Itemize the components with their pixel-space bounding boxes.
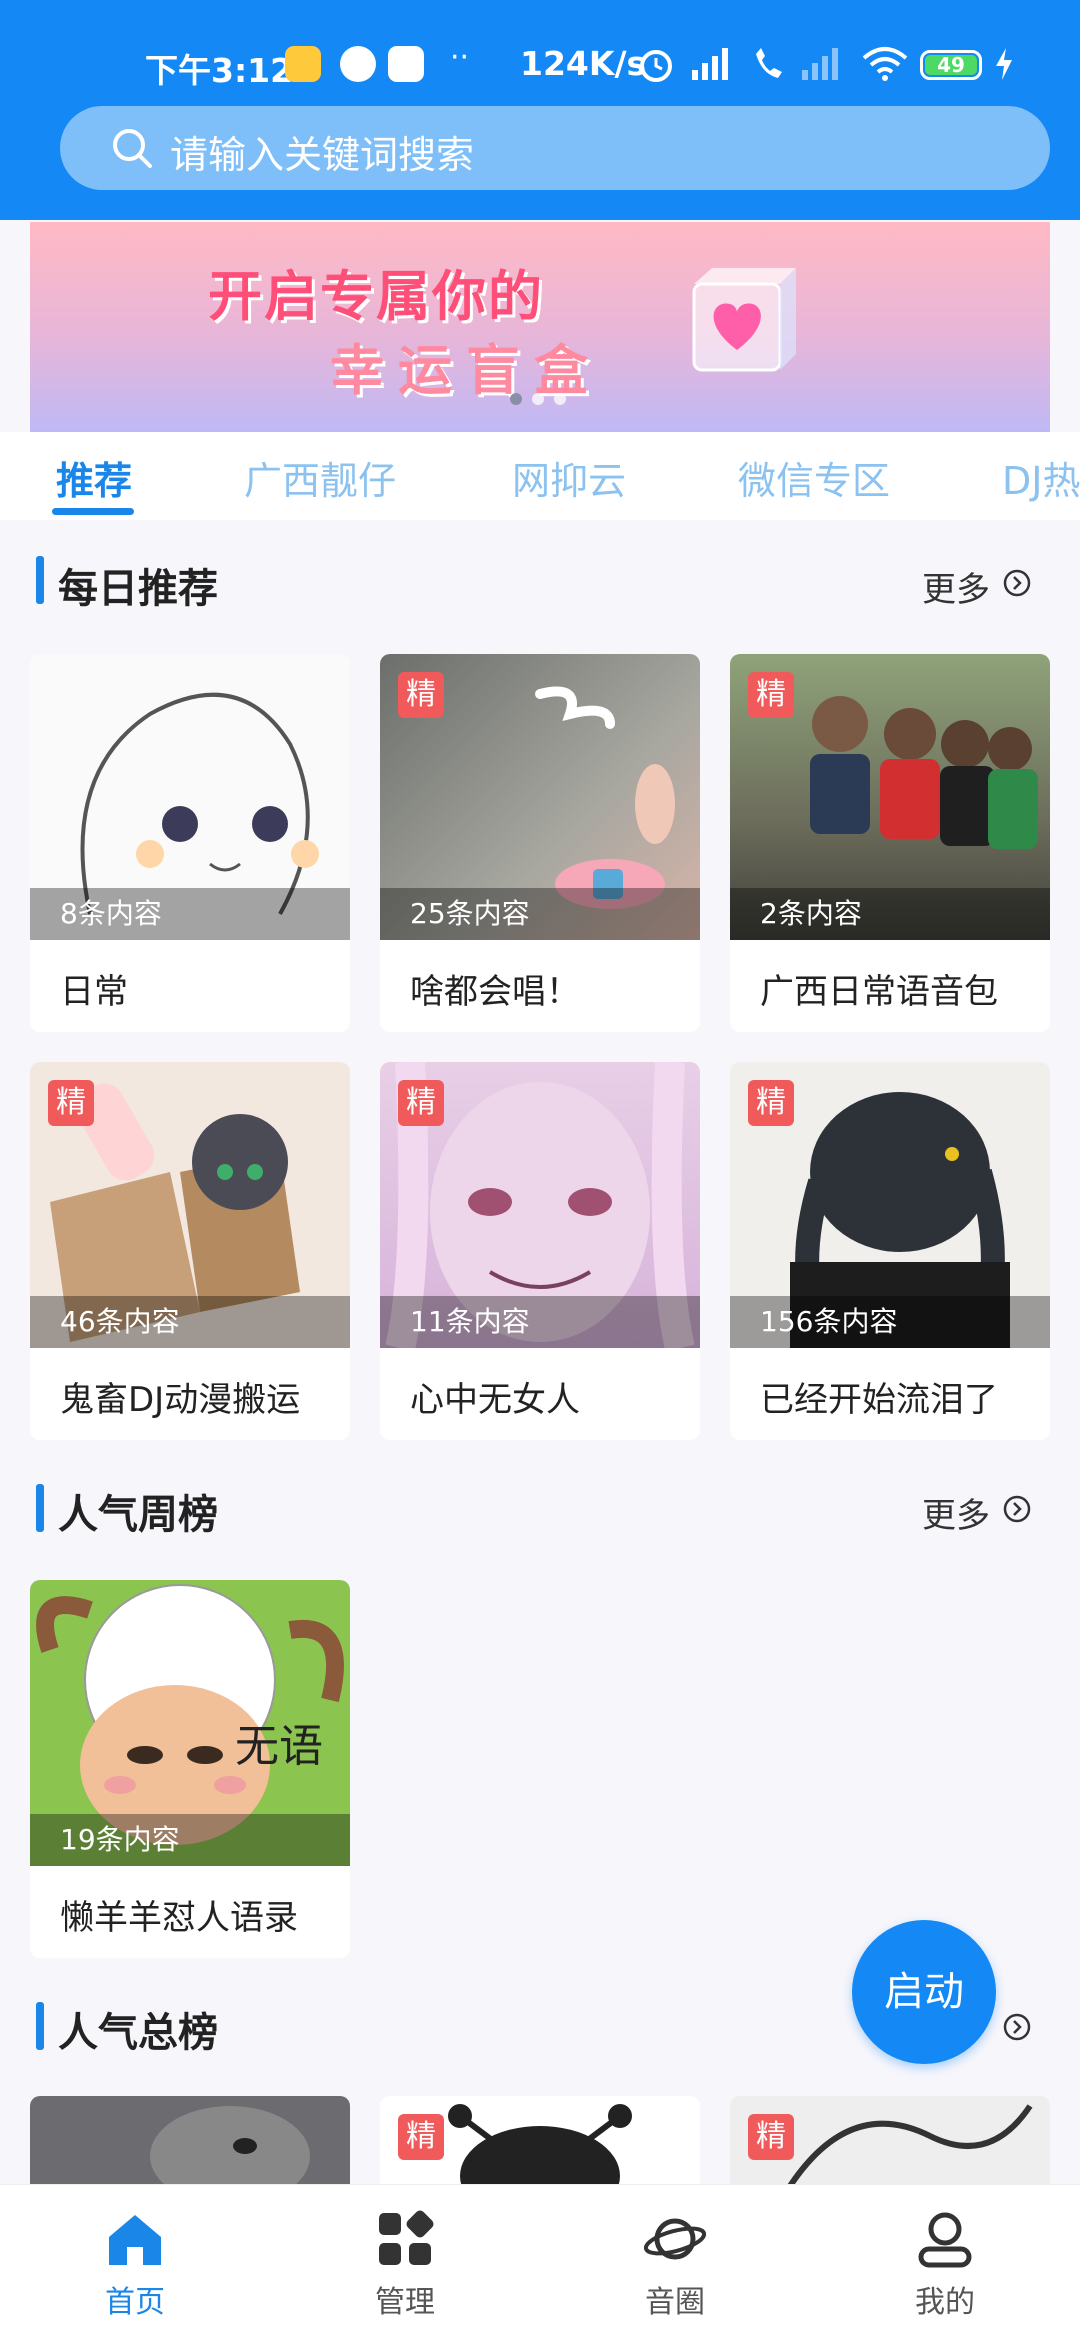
- card-item-count: 156条内容: [730, 1296, 1050, 1348]
- content-card[interactable]: 精 2条内容 广西日常语音包: [730, 654, 1050, 1032]
- content-card[interactable]: 8条内容 日常: [30, 654, 350, 1032]
- banner-pagination: [510, 390, 576, 409]
- card-title: 广西日常语音包: [760, 972, 998, 1012]
- chevron-right-circle-icon[interactable]: [1002, 2012, 1032, 2042]
- banner-headline: 开启专属你的: [208, 265, 544, 328]
- search-bar[interactable]: 请输入关键词搜索: [60, 106, 1050, 190]
- card-image-caption: 无语: [235, 1721, 323, 1772]
- battery-level: 49: [925, 55, 977, 75]
- featured-badge: 精: [48, 1080, 94, 1126]
- status-time: 下午3:12: [145, 51, 294, 90]
- section-title-weekly: 人气周榜: [58, 1492, 218, 1538]
- bottom-navigation: 首页 管理 音圈 我的: [0, 2184, 1080, 2340]
- card-title: 啥都会唱！: [410, 972, 580, 1012]
- pagination-dot: [510, 393, 522, 405]
- promo-banner[interactable]: 开启专属你的 幸运盲盒: [30, 222, 1050, 432]
- grid-icon: [379, 2210, 434, 2265]
- tab-wangyiyun[interactable]: 网抑云: [512, 450, 626, 505]
- launch-button[interactable]: 启动: [852, 1920, 996, 2064]
- nav-item-manage[interactable]: 管理: [315, 2207, 495, 2321]
- battery-indicator: 49: [920, 50, 982, 80]
- signal-weak-icon: [802, 48, 838, 80]
- content-card[interactable]: 精 156条内容 已经开始流泪了: [730, 1062, 1050, 1440]
- card-title: 心中无女人: [410, 1380, 580, 1420]
- featured-badge: 精: [748, 1080, 794, 1126]
- section-accent-bar: [36, 1484, 44, 1532]
- card-item-count: 19条内容: [30, 1814, 350, 1866]
- content-card[interactable]: 精: [730, 2096, 1050, 2186]
- tab-recommend[interactable]: 推荐: [56, 450, 132, 505]
- nav-label: 首页: [105, 2285, 165, 2320]
- featured-badge: 精: [748, 2114, 794, 2160]
- featured-badge: 精: [398, 1080, 444, 1126]
- search-placeholder: 请输入关键词搜索: [170, 133, 475, 177]
- content-card[interactable]: [30, 2096, 350, 2186]
- card-title: 日常: [60, 972, 128, 1012]
- chevron-right-circle-icon[interactable]: [1002, 568, 1032, 598]
- pagination-dot: [554, 393, 566, 405]
- pagination-dot: [532, 393, 544, 405]
- wifi-icon: [862, 47, 908, 81]
- chevron-right-circle-icon[interactable]: [1002, 1494, 1032, 1524]
- arrow-notification-icon: [388, 46, 424, 82]
- card-item-count: 2条内容: [730, 888, 1050, 940]
- network-speed: 124K/s: [520, 44, 647, 83]
- content-card[interactable]: 无语 19条内容 懒羊羊怼人语录: [30, 1580, 350, 1958]
- search-icon: [113, 129, 152, 168]
- nav-label: 我的: [915, 2285, 975, 2320]
- content-card[interactable]: 精: [380, 2096, 700, 2186]
- active-tab-indicator: [52, 508, 134, 515]
- more-link-weekly[interactable]: 更多: [922, 1488, 990, 1537]
- category-tabs: 推荐 广西靓仔 网抑云 微信专区 DJ热: [0, 432, 1080, 520]
- card-title: 已经开始流泪了: [760, 1380, 998, 1420]
- profile-icon: [918, 2212, 972, 2268]
- planet-notification-icon: [340, 46, 376, 82]
- nav-item-profile[interactable]: 我的: [855, 2207, 1035, 2321]
- card-item-count: 8条内容: [30, 888, 350, 940]
- app-header: 下午3:12 ·· 124K/s 49 请输入关键词搜索: [0, 0, 1080, 220]
- home-icon: [109, 2215, 161, 2265]
- featured-badge: 精: [398, 2114, 444, 2160]
- section-accent-bar: [36, 556, 44, 604]
- content-card[interactable]: 精 11条内容 心中无女人: [380, 1062, 700, 1440]
- content-card[interactable]: 精 46条内容 鬼畜DJ动漫搬运: [30, 1062, 350, 1440]
- planet-icon: [643, 2218, 707, 2260]
- card-item-count: 11条内容: [380, 1296, 700, 1348]
- section-accent-bar: [36, 2002, 44, 2050]
- nav-label: 音圈: [645, 2285, 705, 2320]
- tab-guangxi[interactable]: 广西靓仔: [244, 450, 396, 505]
- call-icon: [756, 48, 782, 78]
- card-item-count: 25条内容: [380, 888, 700, 940]
- app-notification-icon: [285, 46, 321, 82]
- card-title: 懒羊羊怼人语录: [60, 1898, 298, 1938]
- nav-label: 管理: [375, 2285, 435, 2320]
- signal-icon: [692, 48, 728, 80]
- section-title-total: 人气总榜: [58, 2010, 218, 2056]
- featured-badge: 精: [748, 672, 794, 718]
- card-title: 鬼畜DJ动漫搬运: [60, 1380, 301, 1420]
- nav-item-circle[interactable]: 音圈: [585, 2207, 765, 2321]
- nav-item-home[interactable]: 首页: [45, 2207, 225, 2321]
- tab-dj[interactable]: DJ热: [1002, 450, 1080, 505]
- status-bar: 下午3:12 ·· 124K/s 49: [0, 36, 1080, 96]
- tab-wechat[interactable]: 微信专区: [738, 450, 890, 505]
- featured-badge: 精: [398, 672, 444, 718]
- section-title-daily: 每日推荐: [58, 566, 218, 612]
- alarm-icon: [640, 50, 672, 82]
- more-notifications-indicator: ··: [450, 40, 470, 75]
- card-item-count: 46条内容: [30, 1296, 350, 1348]
- charging-icon: [996, 48, 1012, 80]
- gift-box-icon: [692, 268, 796, 372]
- more-link-daily[interactable]: 更多: [922, 562, 990, 611]
- content-card[interactable]: 精 25条内容 啥都会唱！: [380, 654, 700, 1032]
